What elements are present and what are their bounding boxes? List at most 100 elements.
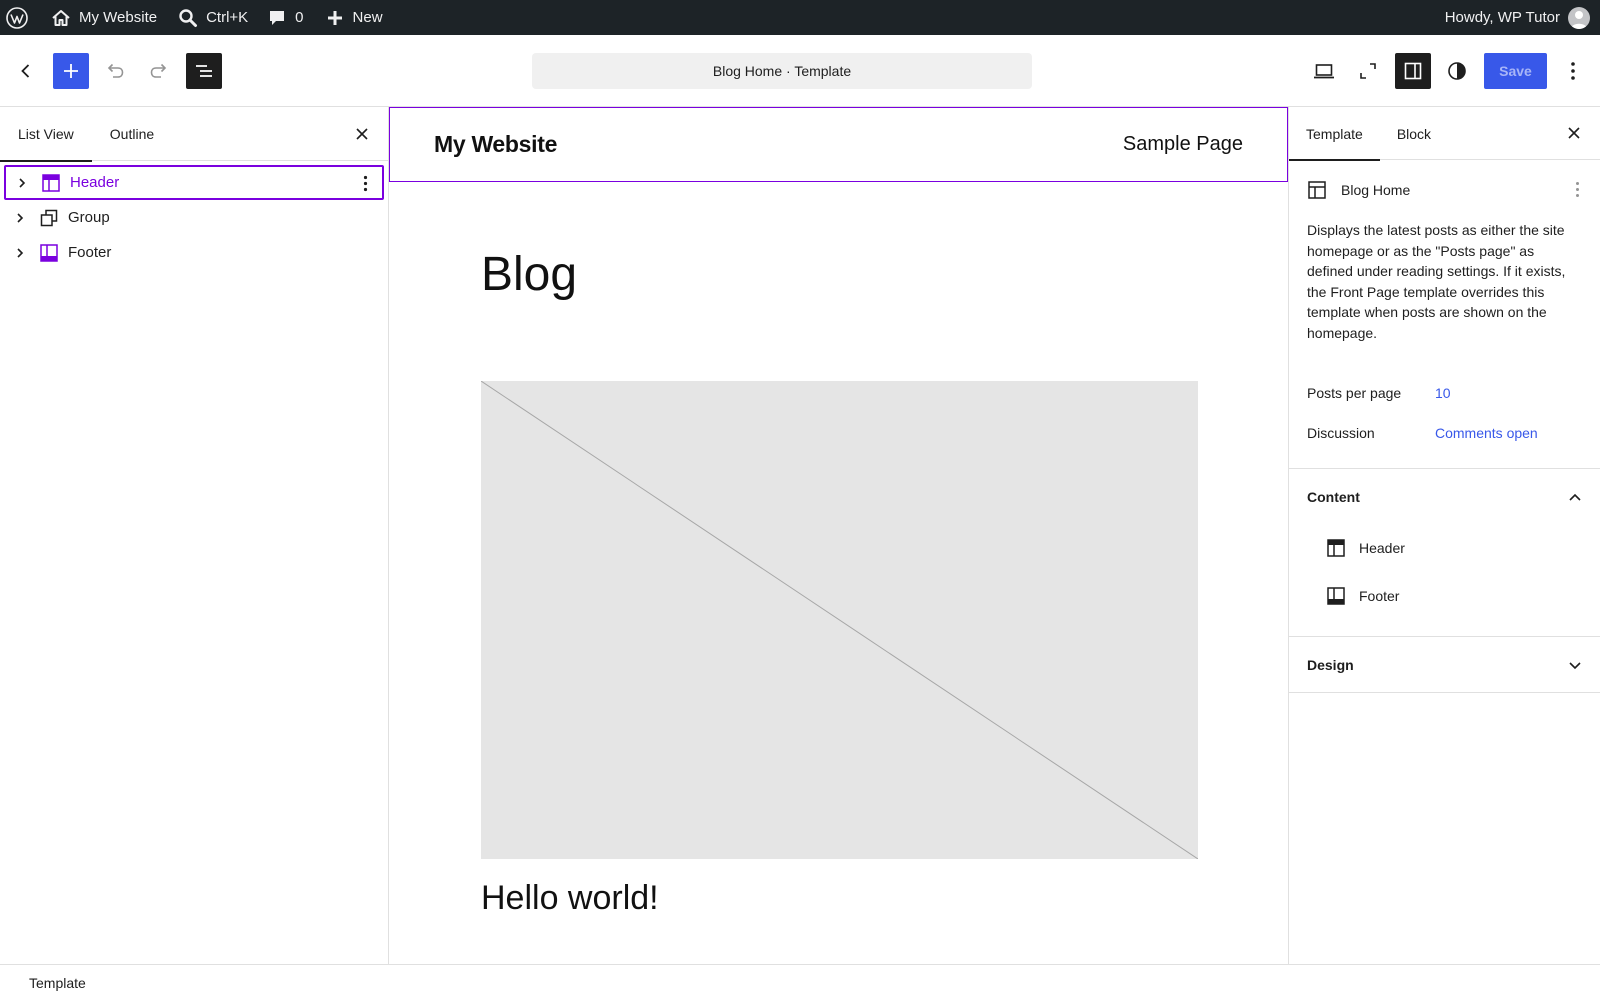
undo-icon bbox=[104, 60, 126, 82]
avatar bbox=[1568, 6, 1590, 29]
comments-count: 0 bbox=[295, 9, 304, 26]
list-item-label: Header bbox=[70, 174, 120, 191]
sidebar-icon bbox=[1402, 60, 1424, 82]
chevron-up-icon bbox=[1568, 490, 1582, 504]
site-title[interactable]: My Website bbox=[434, 131, 557, 158]
comments-link[interactable]: 0 bbox=[256, 0, 311, 35]
tab-list-view[interactable]: List View bbox=[0, 107, 92, 162]
fullscreen-icon bbox=[1357, 60, 1379, 82]
back-button[interactable] bbox=[8, 53, 44, 89]
styles-button[interactable] bbox=[1439, 53, 1475, 89]
block-tree: Header Group Footer bbox=[0, 161, 388, 274]
site-name-link[interactable]: My Website bbox=[36, 0, 165, 35]
laptop-icon bbox=[1312, 59, 1336, 83]
undo-button[interactable] bbox=[97, 53, 133, 89]
footer-template-part-icon bbox=[38, 242, 60, 264]
editor-header: Blog Home · Template Save bbox=[0, 35, 1600, 107]
content-item-header[interactable]: Header bbox=[1289, 524, 1600, 572]
posts-per-page-row: Posts per page 10 bbox=[1289, 373, 1600, 413]
design-section-title: Design bbox=[1307, 656, 1354, 673]
zoom-out-button[interactable] bbox=[1350, 53, 1386, 89]
placeholder-diagonal-icon bbox=[480, 380, 1199, 860]
design-section-toggle[interactable]: Design bbox=[1289, 637, 1600, 692]
template-description: Displays the latest posts as either the … bbox=[1307, 222, 1566, 341]
list-item-group[interactable]: Group bbox=[4, 200, 384, 235]
close-icon bbox=[355, 127, 369, 141]
comment-bubble-icon bbox=[266, 7, 288, 29]
group-block-icon bbox=[38, 207, 60, 229]
chevron-right-icon[interactable] bbox=[14, 175, 30, 191]
site-header-block[interactable]: My Website Sample Page bbox=[389, 107, 1288, 182]
discussion-label: Discussion bbox=[1307, 425, 1375, 441]
list-item-label: Footer bbox=[68, 244, 112, 261]
settings-sidebar: Template Block Blog Home Displays the la… bbox=[1288, 107, 1600, 964]
contrast-icon bbox=[1446, 60, 1468, 82]
header-template-part-icon bbox=[1325, 537, 1347, 559]
content-item-label: Header bbox=[1359, 540, 1405, 556]
settings-tabs: Template Block bbox=[1289, 107, 1600, 161]
tab-outline[interactable]: Outline bbox=[92, 107, 172, 161]
page-heading[interactable]: Blog bbox=[481, 247, 577, 302]
template-name: Blog Home bbox=[1341, 182, 1411, 198]
command-search-button[interactable]: Ctrl+K bbox=[165, 0, 256, 35]
list-item-footer[interactable]: Footer bbox=[4, 235, 384, 270]
document-title: Blog Home · Template bbox=[712, 63, 852, 79]
close-settings-button[interactable] bbox=[1564, 123, 1584, 143]
content-item-footer[interactable]: Footer bbox=[1289, 572, 1600, 620]
overview-tabs: List View Outline bbox=[0, 107, 388, 162]
editor-canvas[interactable]: My Website Sample Page Blog Hello world! bbox=[389, 107, 1288, 964]
layout-icon bbox=[1305, 178, 1329, 202]
block-breadcrumb-bar: Template bbox=[0, 964, 1600, 1000]
wordpress-logo-icon bbox=[6, 6, 28, 29]
posts-per-page-label: Posts per page bbox=[1307, 385, 1402, 401]
wordpress-logo-button[interactable] bbox=[0, 0, 36, 35]
chevron-left-icon bbox=[16, 61, 36, 81]
template-card: Blog Home bbox=[1289, 160, 1600, 220]
content-section-toggle[interactable]: Content bbox=[1289, 469, 1600, 524]
new-content-button[interactable]: New bbox=[312, 0, 391, 35]
discussion-value[interactable]: Comments open bbox=[1435, 425, 1538, 441]
document-overview-button[interactable] bbox=[186, 53, 222, 89]
tab-block[interactable]: Block bbox=[1380, 107, 1448, 160]
post-title[interactable]: Hello world! bbox=[481, 879, 659, 918]
header-template-part-icon bbox=[40, 172, 62, 194]
site-name-label: My Website bbox=[79, 9, 158, 26]
plus-icon bbox=[324, 7, 346, 29]
template-actions-button[interactable] bbox=[1575, 181, 1580, 201]
more-vertical-icon bbox=[1570, 61, 1576, 81]
close-overview-button[interactable] bbox=[352, 124, 372, 144]
chevron-right-icon[interactable] bbox=[12, 210, 28, 226]
search-icon bbox=[177, 7, 199, 29]
footer-template-part-icon bbox=[1325, 585, 1347, 607]
breadcrumb[interactable]: Template bbox=[29, 975, 86, 991]
plus-icon bbox=[61, 61, 81, 81]
device-preview-button[interactable] bbox=[1306, 53, 1342, 89]
block-inserter-button[interactable] bbox=[53, 53, 89, 89]
redo-icon bbox=[148, 60, 170, 82]
save-button[interactable]: Save bbox=[1484, 53, 1547, 89]
featured-image-placeholder[interactable] bbox=[480, 380, 1199, 860]
settings-sidebar-toggle[interactable] bbox=[1395, 53, 1431, 89]
chevron-down-icon bbox=[1568, 658, 1582, 672]
admin-bar: My Website Ctrl+K 0 New Howdy, WP Tutor bbox=[0, 0, 1600, 35]
account-menu[interactable]: Howdy, WP Tutor bbox=[1437, 0, 1600, 35]
content-section: Content Header Footer bbox=[1289, 468, 1600, 636]
content-section-title: Content bbox=[1307, 488, 1360, 505]
document-title-bar[interactable]: Blog Home · Template bbox=[532, 53, 1032, 89]
list-item-label: Group bbox=[68, 209, 110, 226]
list-item-header[interactable]: Header bbox=[4, 165, 384, 200]
block-options-button[interactable] bbox=[356, 174, 374, 192]
chevron-right-icon[interactable] bbox=[12, 245, 28, 261]
nav-link-sample-page[interactable]: Sample Page bbox=[1123, 133, 1243, 156]
tab-template[interactable]: Template bbox=[1289, 107, 1380, 161]
greeting-label: Howdy, WP Tutor bbox=[1444, 9, 1560, 26]
new-label: New bbox=[352, 9, 383, 26]
home-icon bbox=[50, 7, 72, 29]
close-icon bbox=[1567, 126, 1581, 140]
redo-button[interactable] bbox=[141, 53, 177, 89]
content-item-label: Footer bbox=[1359, 588, 1400, 604]
design-section: Design bbox=[1289, 636, 1600, 693]
options-menu-button[interactable] bbox=[1555, 53, 1591, 89]
discussion-row: Discussion Comments open bbox=[1289, 413, 1600, 453]
posts-per-page-value[interactable]: 10 bbox=[1435, 385, 1451, 401]
